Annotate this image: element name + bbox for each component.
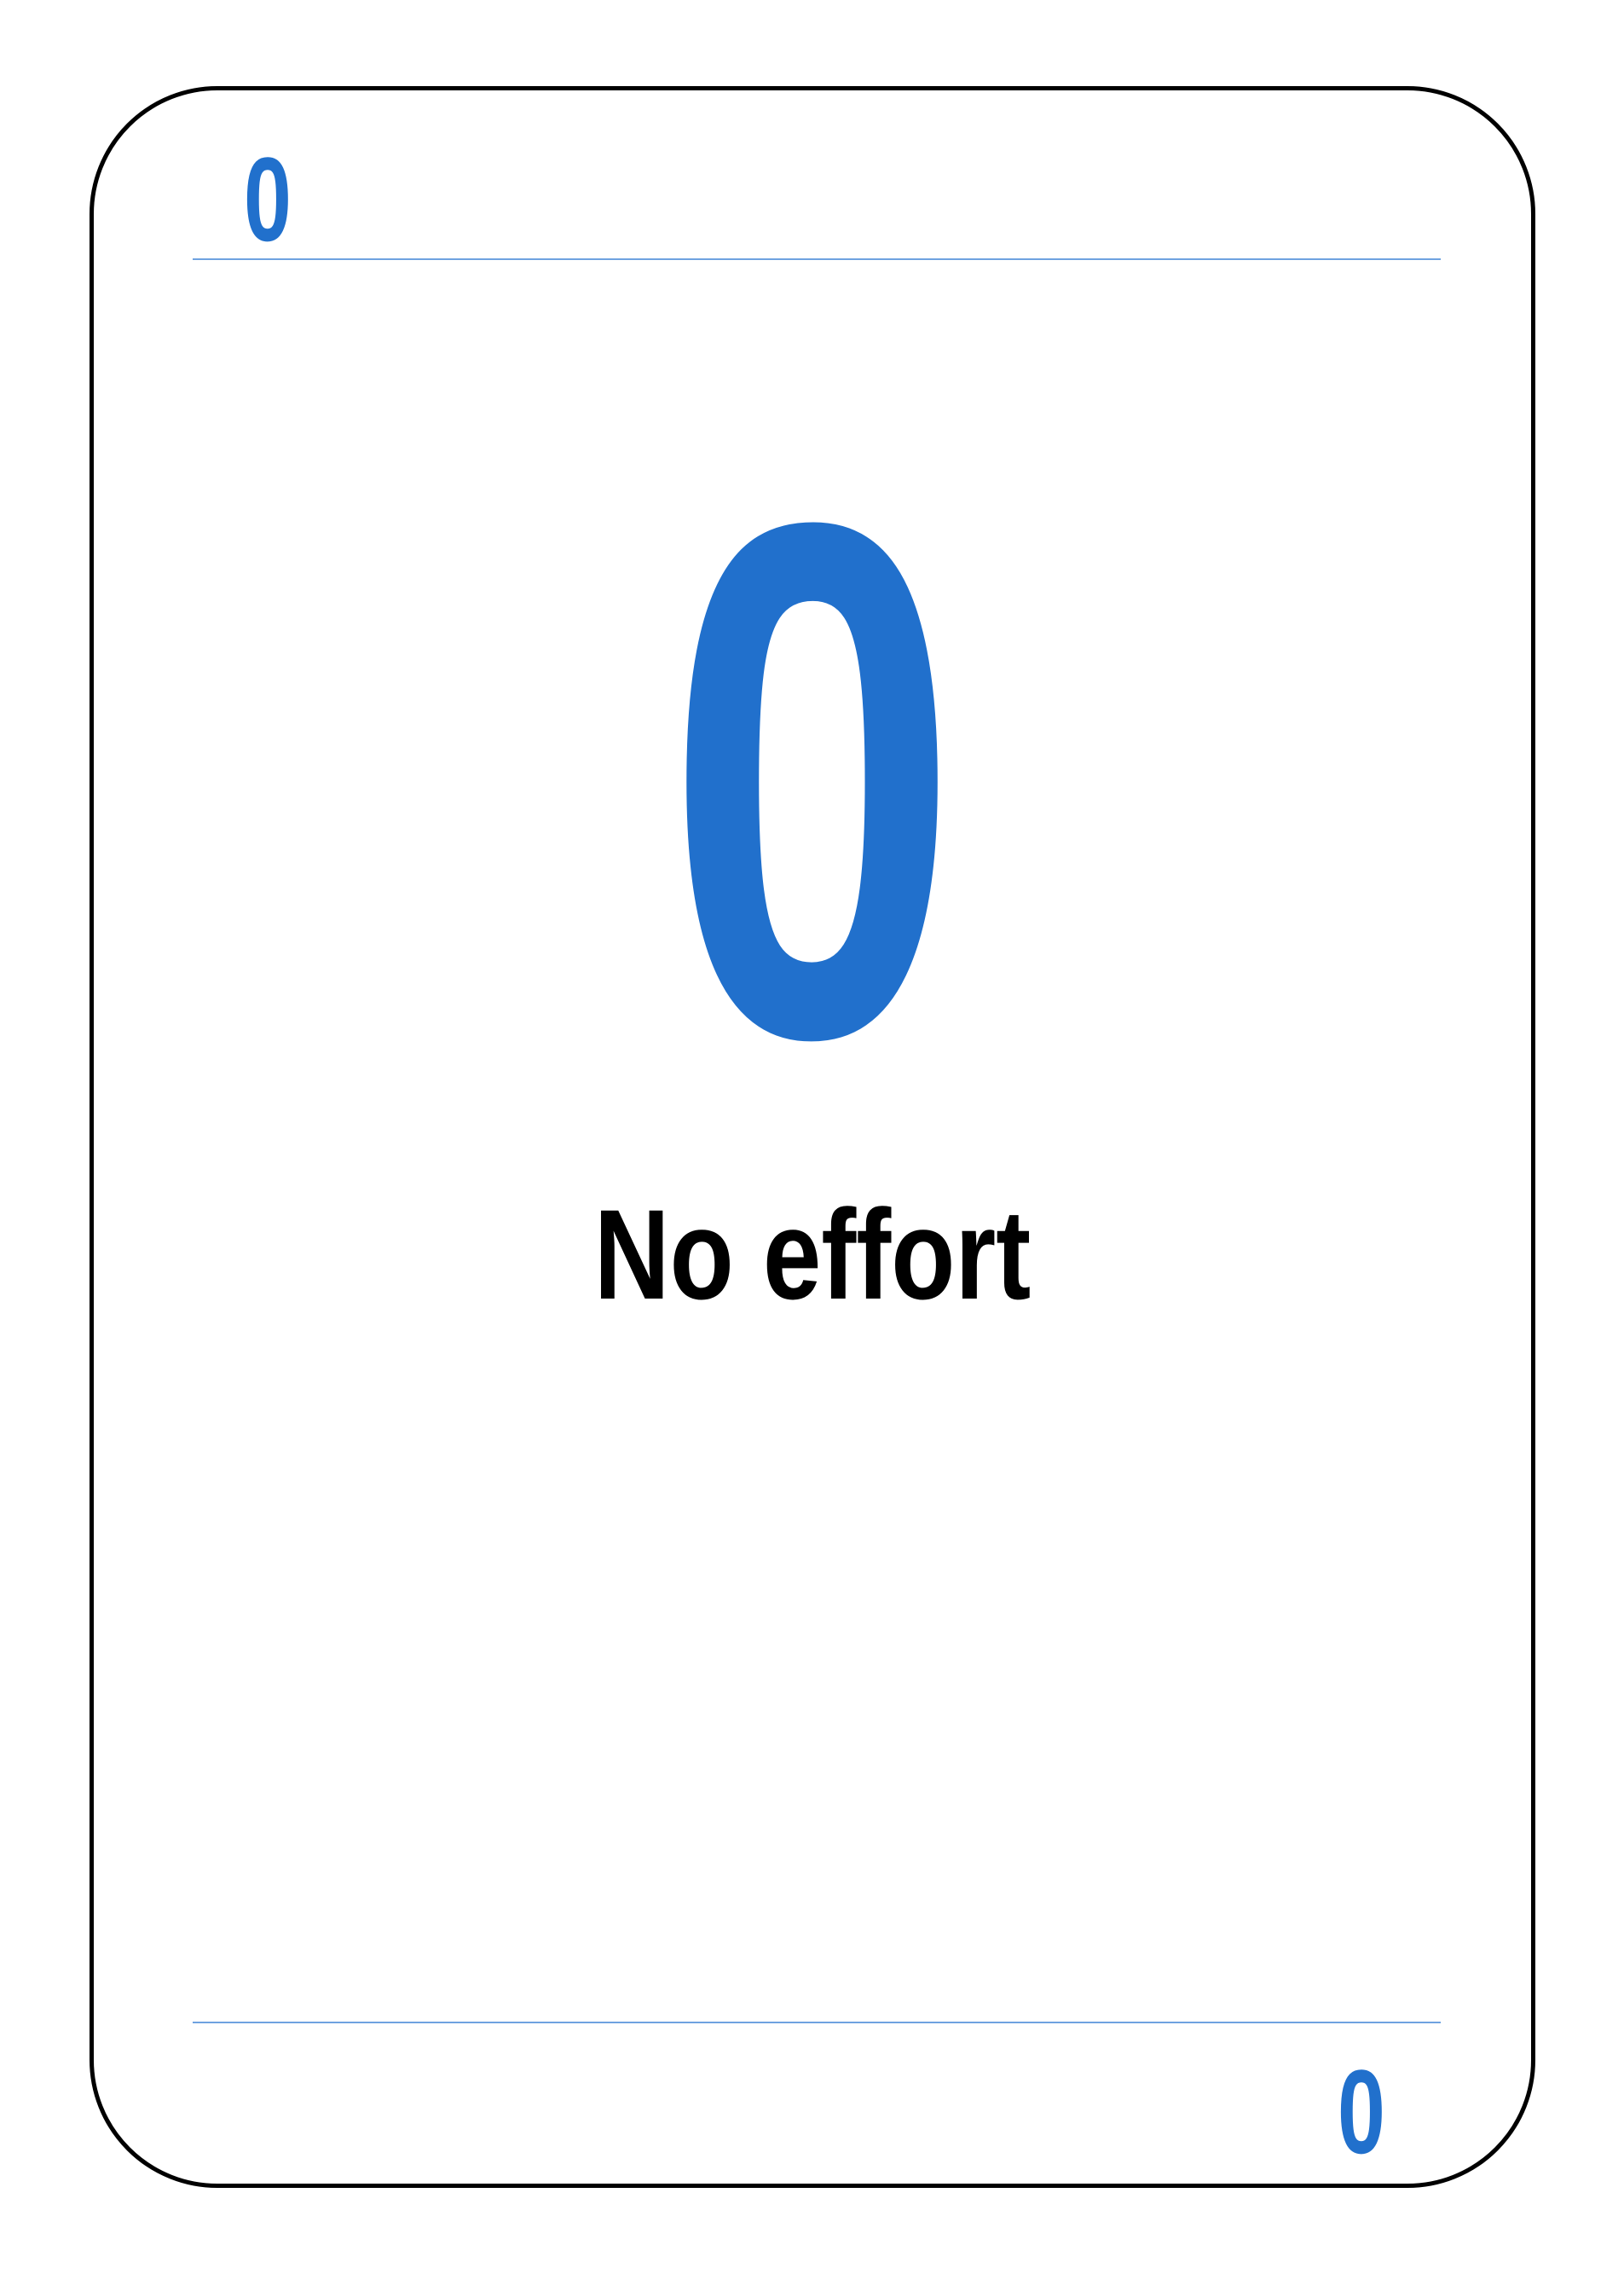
card-value-main: 0 <box>665 371 960 1190</box>
estimation-card: 0 0 No effort 0 <box>90 86 1535 2188</box>
bottom-divider <box>193 2022 1441 2023</box>
card-label: No effort <box>593 1183 1032 1326</box>
top-divider <box>193 258 1441 260</box>
card-value-top-corner: 0 <box>243 132 292 266</box>
card-value-bottom-corner: 0 <box>1337 2045 1385 2179</box>
